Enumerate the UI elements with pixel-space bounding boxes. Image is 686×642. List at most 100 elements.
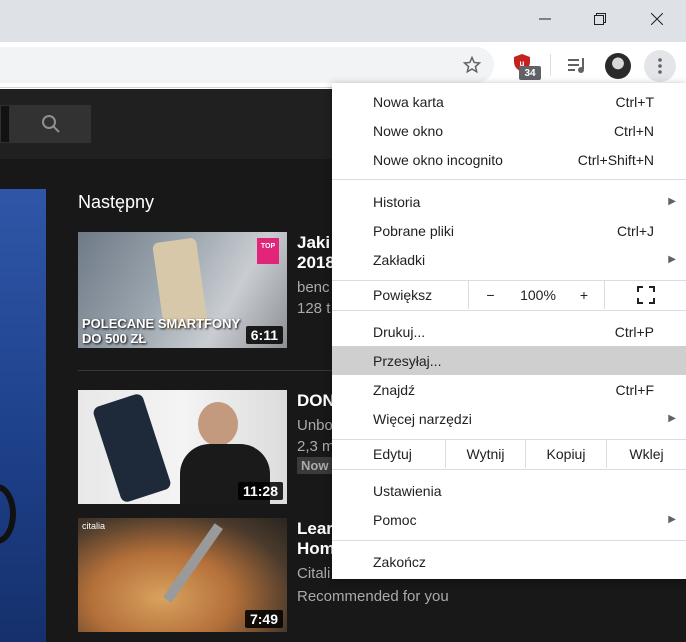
restore-button[interactable]	[571, 0, 629, 38]
paste-label: Wklej	[629, 446, 664, 462]
menu-item-shortcut: Ctrl+Shift+N	[577, 151, 654, 168]
phone-image	[91, 392, 173, 504]
playlist-icon	[568, 58, 584, 73]
star-icon	[463, 56, 481, 74]
zoom-label: Powiększ	[373, 287, 433, 303]
menu-item-label: Drukuj...	[373, 323, 426, 340]
copy-button[interactable]: Kopiuj	[525, 440, 606, 468]
restore-icon	[594, 13, 606, 25]
menu-item-label: Historia	[373, 193, 421, 210]
menu-item-downloads[interactable]: Pobrane pliki Ctrl+J	[332, 216, 686, 245]
menu-item-label: Więcej narzędzi	[373, 410, 472, 427]
menu-item-shortcut: Ctrl+F	[615, 381, 655, 398]
thumb-brand: citalia	[82, 521, 106, 531]
player-frame-object	[0, 484, 16, 544]
video-duration: 7:49	[244, 610, 283, 628]
thumb-badge: TOP	[257, 238, 279, 264]
menu-item-shortcut: Ctrl+J	[617, 222, 654, 239]
menu-separator	[332, 310, 686, 311]
video-player[interactable]	[0, 189, 46, 642]
menu-item-history[interactable]: Historia ▶	[332, 187, 686, 216]
recommended-label: Recommended for you	[297, 588, 449, 605]
bookmark-star-button[interactable]	[461, 54, 483, 76]
browser-dropdown-menu: Nowa karta Ctrl+T Nowe okno Ctrl+N Nowe …	[332, 83, 686, 579]
menu-item-exit[interactable]: Zakończ	[332, 547, 686, 576]
menu-item-label: Ustawienia	[373, 482, 442, 499]
cut-button[interactable]: Wytnij	[445, 440, 525, 468]
new-badge: Now	[297, 457, 333, 474]
zoom-out-label: −	[486, 287, 495, 303]
video-duration: 6:11	[245, 326, 283, 344]
menu-separator	[332, 179, 686, 180]
minimize-button[interactable]	[516, 0, 574, 38]
youtube-search-input[interactable]	[0, 105, 10, 143]
copy-label: Kopiuj	[546, 446, 586, 462]
menu-item-label: Przesyłaj...	[373, 352, 442, 369]
search-icon	[41, 115, 60, 133]
person-head-image	[198, 402, 238, 446]
menu-zoom-row: Powiększ − 100% +	[332, 281, 686, 309]
menu-item-find[interactable]: Znajdź Ctrl+F	[332, 375, 686, 404]
thumb-caption: POLECANE SMARTFONY DO 500 ZŁ	[82, 316, 240, 346]
menu-edit-row: Edytuj Wytnij Kopiuj Wklej	[332, 440, 686, 468]
extension-badge: 34	[519, 66, 541, 80]
video-thumbnail[interactable]: 11:28	[78, 390, 287, 504]
menu-item-label: Pomoc	[373, 511, 417, 528]
toolbar-divider	[550, 54, 551, 76]
zoom-out-button[interactable]: −	[468, 281, 512, 309]
knife-image	[163, 523, 223, 603]
menu-item-shortcut: Ctrl+T	[615, 93, 655, 110]
menu-item-shortcut: Ctrl+N	[613, 122, 654, 139]
menu-item-help[interactable]: Pomoc ▶	[332, 505, 686, 534]
video-duration: 11:28	[237, 482, 283, 500]
minimize-icon	[539, 18, 551, 20]
browser-menu-button[interactable]	[644, 50, 676, 82]
menu-separator	[332, 469, 686, 470]
menu-item-incognito[interactable]: Nowe okno incognito Ctrl+Shift+N	[332, 145, 686, 174]
zoom-value-text: 100%	[520, 287, 556, 303]
menu-item-new-tab[interactable]: Nowa karta Ctrl+T	[332, 87, 686, 116]
submenu-arrow-icon: ▶	[668, 514, 676, 525]
menu-item-label: Nowa karta	[373, 93, 444, 110]
zoom-value: 100%	[512, 281, 564, 309]
menu-item-label: Zakładki	[373, 251, 426, 268]
zoom-in-label: +	[579, 287, 589, 303]
fullscreen-icon	[636, 286, 655, 304]
zoom-in-button[interactable]: +	[564, 281, 604, 309]
profile-avatar[interactable]	[605, 53, 631, 79]
menu-item-label: Zakończ	[373, 553, 426, 570]
edit-label: Edytuj	[373, 446, 412, 462]
menu-item-label: Znajdź	[373, 381, 416, 398]
media-controls-button[interactable]	[566, 54, 588, 76]
menu-item-label: Pobrane pliki	[373, 222, 454, 239]
browser-toolbar: u	[0, 42, 686, 88]
menu-item-shortcut: Ctrl+P	[614, 323, 654, 340]
section-divider	[78, 370, 338, 371]
submenu-arrow-icon: ▶	[668, 413, 676, 424]
menu-item-new-window[interactable]: Nowe okno Ctrl+N	[332, 116, 686, 145]
thumb-caption-line2: DO 500 ZŁ	[82, 331, 147, 346]
fullscreen-button[interactable]	[604, 281, 686, 309]
menu-item-print[interactable]: Drukuj... Ctrl+P	[332, 317, 686, 346]
cut-label: Wytnij	[466, 446, 505, 462]
youtube-search-button[interactable]	[10, 105, 91, 143]
menu-item-label: Nowe okno	[373, 122, 444, 139]
menu-item-settings[interactable]: Ustawienia	[332, 476, 686, 505]
menu-item-label: Nowe okno incognito	[373, 151, 503, 168]
video-thumbnail[interactable]: TOP POLECANE SMARTFONY DO 500 ZŁ 6:11	[78, 232, 287, 348]
menu-item-bookmarks[interactable]: Zakładki ▶	[332, 245, 686, 274]
close-icon	[651, 13, 663, 25]
menu-item-more-tools[interactable]: Więcej narzędzi ▶	[332, 404, 686, 433]
thumb-caption-line1: POLECANE SMARTFONY	[82, 316, 241, 331]
menu-separator	[332, 540, 686, 541]
address-bar[interactable]	[0, 47, 494, 83]
paste-button[interactable]: Wklej	[606, 440, 686, 468]
submenu-arrow-icon: ▶	[668, 196, 676, 207]
up-next-heading: Następny	[78, 192, 155, 212]
vertical-dots-icon	[658, 58, 662, 74]
close-window-button[interactable]	[628, 0, 686, 38]
title-bar	[0, 0, 686, 42]
menu-item-cast[interactable]: Przesyłaj...	[332, 346, 686, 375]
video-thumbnail[interactable]: citalia 7:49	[78, 518, 287, 632]
submenu-arrow-icon: ▶	[668, 254, 676, 265]
